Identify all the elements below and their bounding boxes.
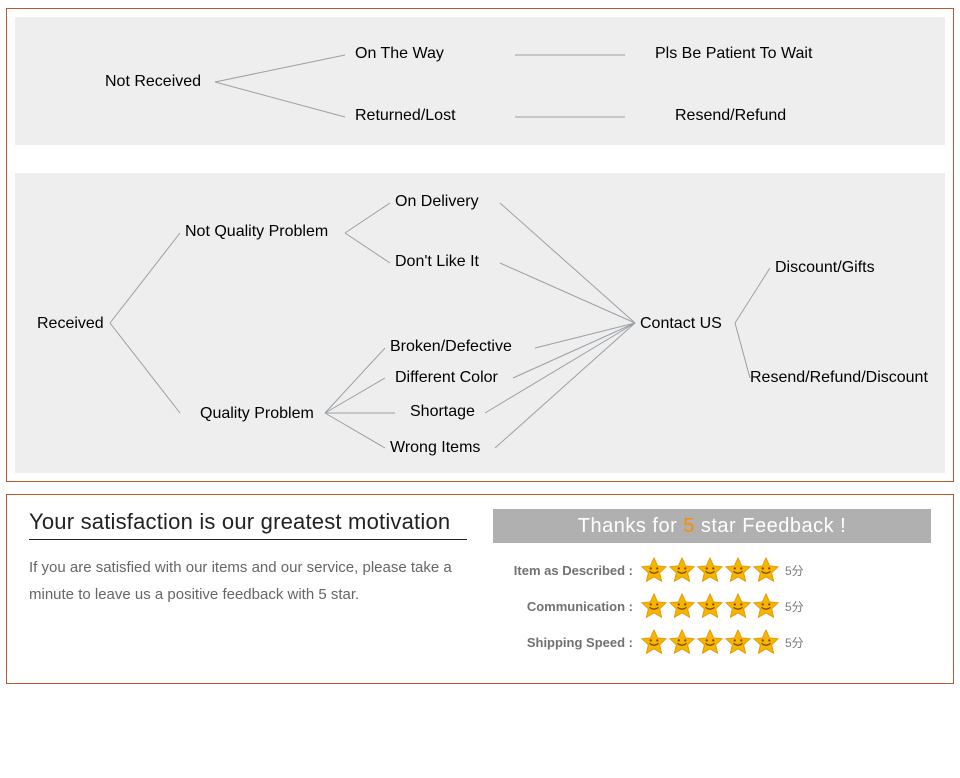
rating-label: Shipping Speed : [493, 635, 633, 650]
node-quality-problem: Quality Problem [200, 405, 314, 423]
flow2-connectors [15, 173, 945, 473]
rating-score: 5分 [785, 634, 804, 651]
feedback-panel: Your satisfaction is our greatest motiva… [6, 494, 954, 684]
rating-stars [641, 557, 779, 583]
node-shortage: Shortage [410, 403, 475, 421]
rating-score: 5分 [785, 562, 804, 579]
node-on-the-way: On The Way [355, 45, 444, 63]
star-icon [641, 593, 667, 619]
star-icon [641, 557, 667, 583]
star-icon [697, 557, 723, 583]
rating-label: Communication : [493, 599, 633, 614]
star-icon [697, 629, 723, 655]
rating-stars [641, 593, 779, 619]
ratings-container: Item as Described :5分Communication :5分Sh… [493, 557, 931, 655]
rating-stars [641, 629, 779, 655]
rating-row: Shipping Speed : 5分 [493, 629, 931, 655]
node-on-delivery: On Delivery [395, 193, 479, 211]
star-icon [753, 557, 779, 583]
feedback-body: If you are satisfied with our items and … [29, 554, 467, 608]
star-icon [753, 593, 779, 619]
node-dont-like-it: Don't Like It [395, 253, 479, 271]
star-icon [753, 629, 779, 655]
rating-row: Item as Described : 5分 [493, 557, 931, 583]
star-icon [669, 557, 695, 583]
feedback-left: Your satisfaction is our greatest motiva… [29, 509, 467, 665]
thanks-bar: Thanks for 5 star Feedback ! [493, 509, 931, 543]
flow-received: Received Not Quality Problem Quality Pro… [15, 173, 945, 473]
node-not-quality-problem: Not Quality Problem [185, 223, 328, 241]
node-discount-gifts: Discount/Gifts [775, 259, 875, 277]
feedback-title: Your satisfaction is our greatest motiva… [29, 509, 467, 540]
star-icon [725, 593, 751, 619]
feedback-right: Thanks for 5 star Feedback ! Item as Des… [493, 509, 931, 665]
star-icon [725, 557, 751, 583]
star-icon [641, 629, 667, 655]
star-icon [669, 629, 695, 655]
node-contact-us: Contact US [640, 315, 722, 333]
node-different-color: Different Color [395, 369, 498, 387]
star-icon [669, 593, 695, 619]
node-pls-be-patient: Pls Be Patient To Wait [655, 45, 812, 63]
star-icon [725, 629, 751, 655]
node-resend-refund-discount: Resend/Refund/Discount [750, 369, 928, 387]
thanks-post: star Feedback ! [701, 515, 846, 538]
thanks-pre: Thanks for [578, 515, 677, 538]
star-icon [697, 593, 723, 619]
rating-label: Item as Described : [493, 563, 633, 578]
node-not-received: Not Received [105, 73, 201, 91]
rating-row: Communication : 5分 [493, 593, 931, 619]
node-wrong-items: Wrong Items [390, 439, 480, 457]
node-returned-lost: Returned/Lost [355, 107, 456, 125]
flow-not-received: Not Received On The Way Returned/Lost Pl… [15, 17, 945, 145]
thanks-accent: 5 [683, 515, 695, 538]
node-broken-defective: Broken/Defective [390, 338, 512, 356]
node-resend-refund-1: Resend/Refund [675, 107, 786, 125]
rating-score: 5分 [785, 598, 804, 615]
flowcharts-panel: Not Received On The Way Returned/Lost Pl… [6, 8, 954, 482]
node-received: Received [37, 315, 104, 333]
